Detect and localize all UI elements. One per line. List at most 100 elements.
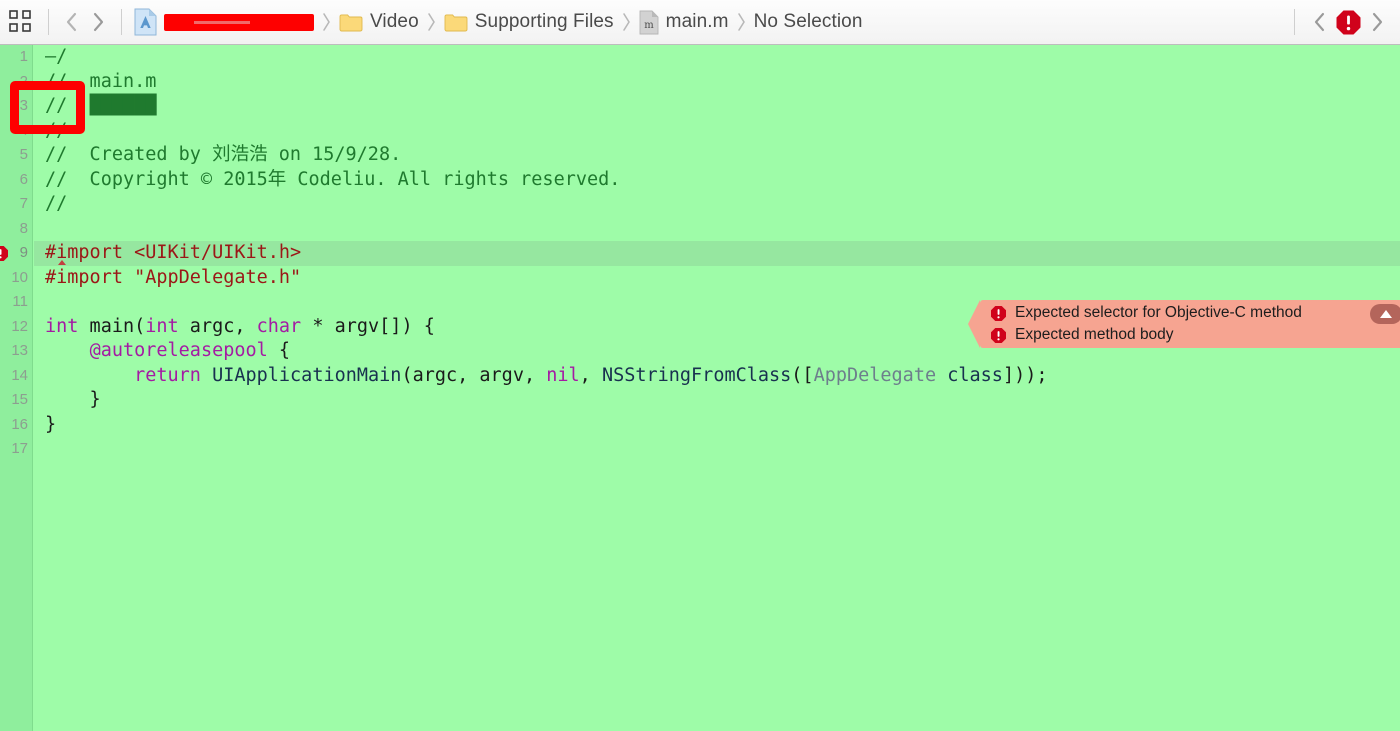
code-line-text: // ██████ bbox=[34, 94, 156, 119]
code-line[interactable]: 8 bbox=[20, 217, 1400, 242]
code-token: int bbox=[45, 315, 79, 337]
code-line[interactable]: 6 // Copyright © 2015年 Codeliu. All right… bbox=[20, 168, 1400, 193]
code-line-text: // Copyright © 2015年 Codeliu. All rights… bbox=[34, 168, 620, 193]
issue-prev-button[interactable] bbox=[1307, 7, 1333, 37]
code-line[interactable]: 3 // ██████ bbox=[20, 94, 1400, 119]
code-token: } bbox=[45, 389, 101, 410]
error-octagon-icon[interactable] bbox=[1335, 9, 1362, 36]
code-token: main( bbox=[78, 315, 146, 337]
code-line-text: // bbox=[34, 192, 67, 217]
code-line-text: // Created by 刘浩浩 on 15/9/28. bbox=[34, 143, 401, 168]
grid-layout-icon[interactable] bbox=[8, 9, 34, 35]
inline-error-banner[interactable]: Expected selector for Objective-C method… bbox=[968, 300, 1400, 348]
code-token: // bbox=[45, 95, 90, 116]
code-token: nil bbox=[546, 364, 580, 386]
redacted-project-name bbox=[164, 13, 314, 31]
folder-icon bbox=[339, 13, 363, 32]
code-line[interactable]: 10 #import "AppDelegate.h" bbox=[11, 266, 1400, 291]
code-line[interactable]: 1 –/ bbox=[20, 45, 1400, 70]
line-number: 6 bbox=[19, 170, 28, 188]
error-message-row: Expected method body bbox=[980, 324, 1400, 346]
code-token: , bbox=[579, 364, 602, 386]
code-line[interactable]: 4 // bbox=[20, 119, 1400, 144]
breadcrumb-label-video: Video bbox=[370, 11, 419, 32]
code-token: return bbox=[134, 364, 201, 386]
code-line-text: } bbox=[34, 413, 56, 438]
error-message-row: Expected selector for Objective-C method bbox=[980, 302, 1400, 324]
nav-back-button[interactable] bbox=[59, 7, 85, 37]
code-token: class bbox=[947, 364, 1003, 386]
code-line[interactable]: 17 bbox=[11, 437, 1400, 462]
line-number: 3 bbox=[19, 97, 28, 114]
code-token: argc, bbox=[178, 315, 257, 337]
line-number: 5 bbox=[19, 146, 28, 163]
collapse-issues-button[interactable] bbox=[1370, 304, 1400, 324]
code-line[interactable]: 5 // Created by 刘浩浩 on 15/9/28. bbox=[20, 143, 1400, 168]
breadcrumb-item-project[interactable] bbox=[132, 8, 316, 36]
toolbar-divider-3 bbox=[1294, 9, 1295, 35]
code-line-text: // bbox=[34, 119, 67, 144]
error-octagon-icon bbox=[990, 305, 1007, 322]
code-token: @autoreleasepool bbox=[89, 340, 268, 361]
line-number: 12 bbox=[11, 317, 28, 335]
breadcrumb-separator bbox=[426, 10, 437, 34]
toolbar-right-group bbox=[1284, 7, 1394, 37]
breadcrumb-item-video[interactable]: Video bbox=[337, 11, 421, 33]
gutter-error-icon[interactable] bbox=[0, 245, 9, 262]
issue-next-button[interactable] bbox=[1364, 7, 1390, 37]
line-number: 14 bbox=[11, 366, 28, 384]
line-number: 10 bbox=[11, 268, 28, 286]
line-number: 2 bbox=[19, 72, 28, 90]
code-line[interactable]: 9 #import <UIKit/UIKit.h> bbox=[0, 241, 1400, 266]
code-line[interactable]: 7 // bbox=[20, 192, 1400, 217]
code-token: AppDelegate bbox=[813, 364, 937, 386]
code-line[interactable]: 15 } bbox=[11, 388, 1400, 413]
breadcrumb: Video Supporting Files m main.m No Selec… bbox=[132, 8, 1284, 36]
line-number: 17 bbox=[11, 440, 28, 457]
error-caret-marker bbox=[58, 260, 66, 265]
line-number: 11 bbox=[12, 293, 28, 310]
line-number: 15 bbox=[11, 391, 28, 408]
objc-file-icon: m bbox=[639, 10, 659, 35]
breadcrumb-item-selection[interactable]: No Selection bbox=[752, 11, 865, 33]
breadcrumb-label-mainm: main.m bbox=[665, 11, 729, 32]
breadcrumb-item-supporting-files[interactable]: Supporting Files bbox=[442, 11, 616, 33]
code-token: } bbox=[45, 413, 57, 435]
xcode-project-icon bbox=[134, 8, 157, 36]
error-message-text: Expected method body bbox=[1015, 326, 1174, 343]
folder-icon bbox=[444, 13, 468, 32]
breadcrumb-label-supporting-files: Supporting Files bbox=[474, 11, 614, 32]
line-number: 8 bbox=[19, 219, 28, 237]
line-number: 7 bbox=[19, 195, 28, 212]
code-token: <UIKit/UIKit.h> bbox=[134, 242, 302, 263]
breadcrumb-separator bbox=[621, 10, 632, 34]
code-token: ([ bbox=[791, 364, 814, 386]
nav-forward-button[interactable] bbox=[85, 7, 111, 37]
code-line[interactable]: 2 // main.m bbox=[20, 70, 1400, 95]
code-line-text: #import "AppDelegate.h" bbox=[34, 266, 301, 291]
code-area[interactable]: 1 –/ 2 // main.m 3 // ██████ 4 // 5 // Created by… bbox=[0, 45, 1400, 731]
banner-body: Expected selector for Objective-C method… bbox=[980, 300, 1400, 348]
code-line-text: } bbox=[34, 388, 101, 413]
code-line[interactable]: 14 return UIApplicationMain(argc, argv, … bbox=[11, 364, 1400, 389]
code-line[interactable]: 16} bbox=[11, 413, 1400, 438]
code-token: * argv[]) { bbox=[301, 315, 435, 337]
error-octagon-icon bbox=[990, 327, 1007, 344]
breadcrumb-item-mainm[interactable]: m main.m bbox=[637, 10, 731, 35]
line-number: 16 bbox=[11, 415, 28, 433]
code-line-text: –/ bbox=[34, 45, 67, 70]
code-editor[interactable]: 1 –/ 2 // main.m 3 // ██████ 4 // 5 // Created by… bbox=[0, 45, 1400, 731]
breadcrumb-separator bbox=[321, 10, 332, 34]
banner-pointer bbox=[968, 300, 980, 348]
code-token: int bbox=[145, 315, 179, 337]
code-line-text: // main.m bbox=[34, 70, 156, 95]
code-token: // bbox=[45, 193, 68, 214]
code-token: NSStringFromClass bbox=[601, 364, 792, 386]
triangle-up-icon bbox=[1380, 310, 1392, 318]
code-token: char bbox=[256, 315, 302, 337]
code-token: // Created by 刘浩浩 on 15/9/28. bbox=[45, 144, 402, 165]
